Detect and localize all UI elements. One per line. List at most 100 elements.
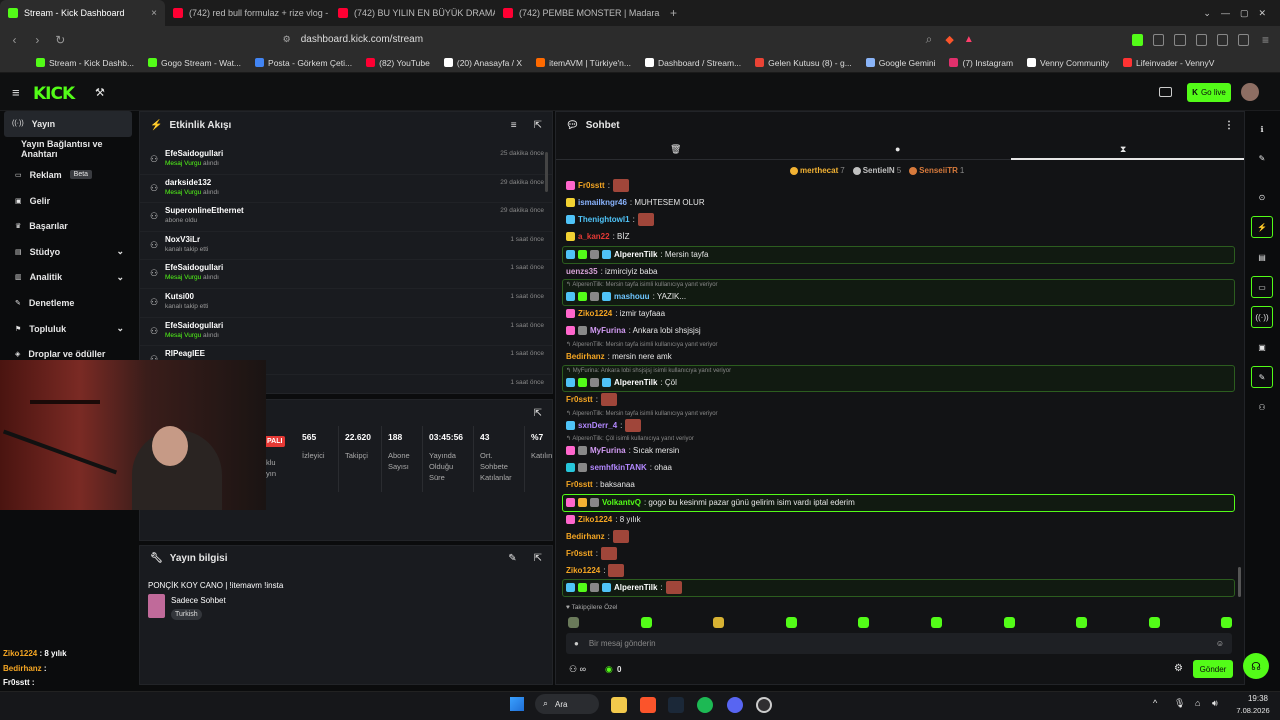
close-tab-icon[interactable]: × xyxy=(151,8,157,19)
bookmark-item[interactable]: itemAVM | Türkiye'n... xyxy=(536,58,631,68)
dvr-icon[interactable] xyxy=(1159,87,1172,97)
sidebar-item[interactable]: ((·)) Yayın xyxy=(4,111,132,137)
sidebar-item[interactable]: ▭ Reklam Beta xyxy=(0,162,138,188)
sidebar-item[interactable]: ⚑ Topluluk ⌄ xyxy=(0,316,138,342)
rail-tool-icon[interactable]: ▤ xyxy=(1251,246,1273,268)
zoom-icon[interactable]: ⌕ xyxy=(923,32,936,47)
go-live-button[interactable]: K Go live xyxy=(1187,83,1231,102)
emote-option[interactable] xyxy=(568,617,579,628)
sidebar-item[interactable]: ▣ Gelir xyxy=(0,188,138,214)
chat-username[interactable]: ismailkngr46 xyxy=(578,198,627,207)
community-icon[interactable]: ⚇ ∞ xyxy=(569,664,586,675)
emote-option[interactable] xyxy=(1148,617,1160,628)
network-icon[interactable]: ⌂ xyxy=(1195,698,1200,708)
chat-username[interactable]: MyFurina xyxy=(590,446,626,455)
chat-username[interactable]: AlperenTilk xyxy=(614,378,657,387)
bookmark-item[interactable]: (20) Anasayfa / X xyxy=(443,58,522,68)
bookmark-item[interactable]: Posta - Görkem Çeti... xyxy=(255,58,352,68)
bookmark-item[interactable]: (7) Instagram xyxy=(949,58,1013,68)
extension-icon[interactable] xyxy=(1153,33,1165,46)
emote-option[interactable] xyxy=(640,617,652,628)
rail-tool-icon[interactable]: ▣ xyxy=(1251,336,1273,358)
browser-tab[interactable]: (742) PEMBE MONSTER | Madara Oli× xyxy=(495,0,660,26)
bookmark-item[interactable]: Google Gemini xyxy=(865,58,935,68)
steam-icon[interactable] xyxy=(668,697,684,713)
trash-icon[interactable]: 🗑︎ xyxy=(670,144,681,155)
taskbar-date[interactable]: 7.08.2026 xyxy=(1228,706,1278,715)
chat-username[interactable]: Bedirhanz xyxy=(566,532,605,541)
emote-option[interactable] xyxy=(785,617,797,628)
rail-tool-icon[interactable]: ⊙ xyxy=(1251,186,1273,208)
popout-icon[interactable]: ⇱ xyxy=(534,408,542,419)
scrollbar[interactable] xyxy=(545,152,548,192)
reload-icon[interactable]: ↻ xyxy=(54,33,67,47)
sidebar-item[interactable]: Yayın Bağlantısı ve Anahtarı xyxy=(0,137,138,163)
chat-tab-icon[interactable]: ● xyxy=(895,144,900,154)
taskbar-time[interactable]: 19:38 xyxy=(1238,694,1278,703)
category-name[interactable]: Sadece Sohbet xyxy=(171,596,226,605)
sidebar-item[interactable]: ▥ Analitik ⌄ xyxy=(0,265,138,291)
kick-logo[interactable]: KICK xyxy=(33,84,75,104)
url-field[interactable]: ⚙ dashboard.kick.com/stream xyxy=(277,30,913,50)
chat-username[interactable]: Fr0sstt xyxy=(566,549,593,558)
chevron-down-icon[interactable]: ⌄ xyxy=(116,323,124,334)
top-gifter[interactable]: merthecat 7 xyxy=(790,166,845,175)
bookmark-item[interactable]: Dashboard / Stream... xyxy=(645,58,741,68)
chat-username[interactable]: semhfkinTANK xyxy=(590,463,647,472)
brave-rewards-icon[interactable]: ▲ xyxy=(964,34,974,45)
sidebar-item[interactable]: ✎ Denetleme xyxy=(0,290,138,316)
edit-icon[interactable]: ✎ xyxy=(508,553,516,564)
file-explorer-icon[interactable] xyxy=(611,697,627,713)
chat-username[interactable]: Ziko1224 xyxy=(578,309,612,318)
top-gifter[interactable]: SenseiiTR 1 xyxy=(909,166,964,175)
emote-option[interactable] xyxy=(931,617,942,628)
chat-username[interactable]: sxnDerr_4 xyxy=(578,421,617,430)
brave-shield-icon[interactable]: ◆ xyxy=(945,33,953,46)
help-button[interactable]: ☊ xyxy=(1243,653,1269,679)
browser-tab[interactable]: (742) red bull formulaz + rize vlog -× xyxy=(165,0,330,26)
hammer-icon[interactable]: ⚒ xyxy=(95,86,105,99)
chat-username[interactable]: Fr0sstt xyxy=(566,480,593,489)
site-info-icon[interactable]: ⚙ xyxy=(283,34,291,45)
brave-browser-icon[interactable] xyxy=(640,697,656,713)
chat-input[interactable]: ● Bir mesaj gönderin ☺ xyxy=(566,633,1232,654)
send-button[interactable]: Gönder xyxy=(1193,660,1233,678)
spotify-icon[interactable] xyxy=(697,697,713,713)
forward-icon[interactable]: › xyxy=(31,33,44,47)
chevron-down-icon[interactable]: ⌄ xyxy=(116,246,124,257)
extension-icon[interactable] xyxy=(1174,33,1186,46)
top-gifter[interactable]: SentielN 5 xyxy=(852,166,901,175)
vpn-icon[interactable] xyxy=(1237,33,1250,46)
bookmark-item[interactable]: Gelen Kutusu (8) - g... xyxy=(755,58,852,68)
browser-tab[interactable]: (742) BU YILIN EN BÜYÜK DRAMASI× xyxy=(330,0,495,26)
sidebar-item[interactable]: ▤ Stüdyo ⌄ xyxy=(0,239,138,265)
filter-icon[interactable]: ≡ xyxy=(511,120,517,131)
extension-icon[interactable] xyxy=(1131,33,1144,46)
new-tab-icon[interactable]: + xyxy=(660,6,687,20)
emote-option[interactable] xyxy=(1076,617,1088,628)
chat-username[interactable]: MyFurina xyxy=(590,326,626,335)
chat-username[interactable]: a_kan22 xyxy=(578,232,610,241)
taskbar-search[interactable]: ⌕ Ara xyxy=(535,694,599,714)
more-options-icon[interactable]: ⋮ xyxy=(1224,120,1234,131)
rail-tool-icon[interactable]: ((·)) xyxy=(1251,306,1273,328)
chat-username[interactable]: mashouu xyxy=(614,292,650,301)
start-button[interactable] xyxy=(510,697,524,711)
chat-username[interactable]: Fr0sstt xyxy=(578,181,605,190)
sidebar-item[interactable]: ♛ Başarılar xyxy=(0,213,138,239)
rail-tool-icon[interactable]: ⚡ xyxy=(1251,216,1273,238)
bookmark-item[interactable]: Venny Community xyxy=(1027,58,1109,68)
chat-username[interactable]: Ziko1224 xyxy=(566,566,600,575)
browser-tab[interactable]: Stream - Kick Dashboard × xyxy=(0,0,165,26)
chat-username[interactable]: AlperenTilk xyxy=(614,583,657,592)
settings-icon[interactable]: ⚙ xyxy=(1174,663,1183,674)
wallet-icon[interactable] xyxy=(1216,33,1228,46)
chat-username[interactable]: Fr0sstt xyxy=(566,395,593,404)
rail-tool-icon[interactable]: ✎ xyxy=(1251,366,1273,388)
bookmark-item[interactable]: (82) YouTube xyxy=(366,58,430,68)
bookmark-item[interactable]: Gogo Stream - Wat... xyxy=(148,58,241,68)
rail-tool-icon[interactable]: ⚇ xyxy=(1251,396,1273,418)
popout-icon[interactable]: ⇱ xyxy=(534,120,542,131)
back-icon[interactable]: ‹ xyxy=(8,33,21,47)
emote-picker-icon[interactable]: ● xyxy=(574,639,579,648)
